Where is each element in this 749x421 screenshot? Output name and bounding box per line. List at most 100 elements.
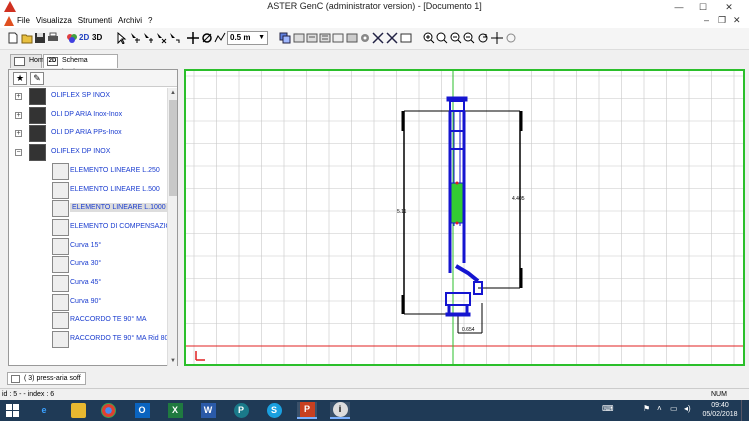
tab-home[interactable]: Home <box>10 54 48 68</box>
tree-item-label: RACCORDO TE 90° MA <box>70 316 147 324</box>
component-thumbnail-icon <box>52 181 69 199</box>
zoom-out-icon[interactable] <box>450 32 462 44</box>
chrome-icon[interactable] <box>98 402 118 419</box>
insert-node-icon[interactable] <box>129 32 141 44</box>
tree-child-item[interactable]: RACCORDO TE 90° MA Rid 80 <box>9 331 167 350</box>
save-button[interactable] <box>34 32 46 44</box>
windows-start-button[interactable] <box>6 404 19 417</box>
split-node-icon[interactable] <box>155 32 167 44</box>
drawing-canvas[interactable]: 5.11 4.405 0.654 <box>184 69 745 366</box>
keyboard-icon[interactable]: ⌨ <box>602 404 614 413</box>
pointer-icon[interactable] <box>116 32 128 44</box>
expand-icon[interactable]: + <box>15 111 22 119</box>
open-button[interactable] <box>21 32 33 44</box>
volume-icon[interactable]: ◂) <box>684 404 691 413</box>
document-tab[interactable]: ( 3) press-aria soff <box>7 372 86 385</box>
collapse-icon[interactable]: − <box>15 149 22 157</box>
network-icon[interactable]: ▭ <box>670 404 678 413</box>
aster-icon[interactable]: i <box>330 402 350 419</box>
layer-icon-4[interactable] <box>319 32 331 44</box>
favorites-star-icon[interactable]: ★ <box>13 72 27 85</box>
tree-scrollbar[interactable]: ▲ ▼ <box>167 88 177 366</box>
excel-icon[interactable]: X <box>165 402 185 419</box>
tree-group-item[interactable]: + OLIFLEX SP INOX <box>9 88 167 107</box>
doc-close-button[interactable]: ✕ <box>733 15 741 26</box>
expand-icon[interactable]: + <box>15 93 22 100</box>
gear-icon[interactable] <box>359 32 371 44</box>
window-icon[interactable] <box>400 32 412 44</box>
show-desktop-button[interactable] <box>741 400 749 421</box>
title-bar: ASTER GenC (administrator version) - [Do… <box>0 0 749 14</box>
filter-icon-2[interactable] <box>386 32 398 44</box>
tree-child-item[interactable]: Curva 30° <box>9 256 167 275</box>
tree-child-item[interactable]: ELEMENTO LINEARE L.1000 <box>9 200 167 219</box>
layer-icon-3[interactable] <box>306 32 318 44</box>
orbit-icon[interactable] <box>505 32 517 44</box>
minimize-button[interactable]: — <box>668 0 690 14</box>
pan-view-icon[interactable] <box>491 32 503 44</box>
tree-group-item[interactable]: − OLIFLEX DP INOX <box>9 144 167 163</box>
menu-help[interactable]: ? <box>148 16 152 25</box>
drawing-surface[interactable]: 5.11 4.405 0.654 <box>186 71 743 364</box>
tab-schema-2d[interactable]: 2D Schema impianto 2D <box>43 54 118 76</box>
outlook-icon[interactable]: O <box>132 402 152 419</box>
doc-minimize-button[interactable]: – <box>704 15 709 25</box>
layer-blue-icon[interactable] <box>279 32 291 44</box>
menu-strumenti[interactable]: Strumenti <box>78 16 112 25</box>
scroll-down-icon[interactable]: ▼ <box>168 356 178 366</box>
maximize-button[interactable]: ☐ <box>692 0 714 14</box>
chevron-up-icon[interactable]: ˄ <box>657 404 662 413</box>
tree-group-item[interactable]: + OLI DP ARIA PPs-Inox <box>9 125 167 144</box>
doc-restore-button[interactable]: ❐ <box>718 15 726 26</box>
scroll-thumb[interactable] <box>169 100 177 196</box>
layer-icon-2[interactable] <box>293 32 305 44</box>
tree-child-item[interactable]: RACCORDO TE 90° MA <box>9 312 167 331</box>
pipe-base-tee[interactable] <box>445 292 471 306</box>
chimney-cap-body[interactable] <box>449 100 465 112</box>
tree-child-item[interactable]: ELEMENTO LINEARE L.500 <box>9 181 167 201</box>
zoom-refresh-icon[interactable] <box>477 32 489 44</box>
selected-element-highlight[interactable] <box>450 182 464 224</box>
node-marker-upper[interactable] <box>455 181 459 185</box>
new-document-button[interactable] <box>7 32 19 44</box>
word-icon[interactable]: W <box>198 402 218 419</box>
tree-child-item[interactable]: ELEMENTO DI COMPENSAZIO... <box>9 218 167 238</box>
notes-icon[interactable]: ✎ <box>30 72 44 85</box>
flag-icon[interactable]: ⚑ <box>643 404 650 413</box>
taskbar-clock[interactable]: 09:40 05/02/2018 <box>699 401 741 419</box>
move-node-icon[interactable] <box>142 32 154 44</box>
rotate-icon[interactable] <box>201 32 213 44</box>
measure-icon[interactable] <box>214 32 226 44</box>
skype-icon[interactable]: S <box>264 402 284 419</box>
zoom-window-icon[interactable] <box>436 32 448 44</box>
expand-icon[interactable]: + <box>15 130 22 138</box>
publisher-icon[interactable]: P <box>231 402 251 419</box>
node-marker-lower[interactable] <box>455 221 459 225</box>
menu-archivi[interactable]: Archivi <box>118 16 142 25</box>
ie-icon[interactable]: e <box>34 402 54 419</box>
layer-icon-6[interactable] <box>346 32 358 44</box>
tree-child-item[interactable]: Curva 15° <box>9 237 167 257</box>
scroll-up-icon[interactable]: ▲ <box>168 88 178 98</box>
zoom-in-icon[interactable] <box>423 32 435 44</box>
tree-group-item[interactable]: + OLI DP ARIA Inox-Inox <box>9 106 167 126</box>
mode-3d-button[interactable]: 3D <box>92 33 102 42</box>
tree-child-item[interactable]: ELEMENTO LINEARE L.250 <box>9 162 167 182</box>
tree-child-item[interactable]: Curva 45° <box>9 275 167 294</box>
product-thumbnail-icon <box>29 106 46 124</box>
menu-visualizza[interactable]: Visualizza <box>36 16 72 25</box>
color-mode-button[interactable] <box>66 32 78 44</box>
menu-file[interactable]: File <box>17 16 30 25</box>
pan-icon[interactable] <box>187 32 199 44</box>
zoom-step-select[interactable]: 0.5 m ▼ <box>227 31 268 45</box>
explorer-icon[interactable] <box>68 402 88 419</box>
filter-icon[interactable] <box>372 32 384 44</box>
layer-icon-5[interactable] <box>332 32 344 44</box>
mode-2d-button[interactable]: 2D <box>79 33 89 42</box>
close-button[interactable]: ✕ <box>718 0 740 14</box>
tree-child-item[interactable]: Curva 90° <box>9 293 167 313</box>
zoom-extents-icon[interactable] <box>463 32 475 44</box>
connect-node-icon[interactable] <box>168 32 180 44</box>
print-button[interactable] <box>47 32 59 44</box>
powerpoint-icon[interactable]: P <box>297 402 317 419</box>
